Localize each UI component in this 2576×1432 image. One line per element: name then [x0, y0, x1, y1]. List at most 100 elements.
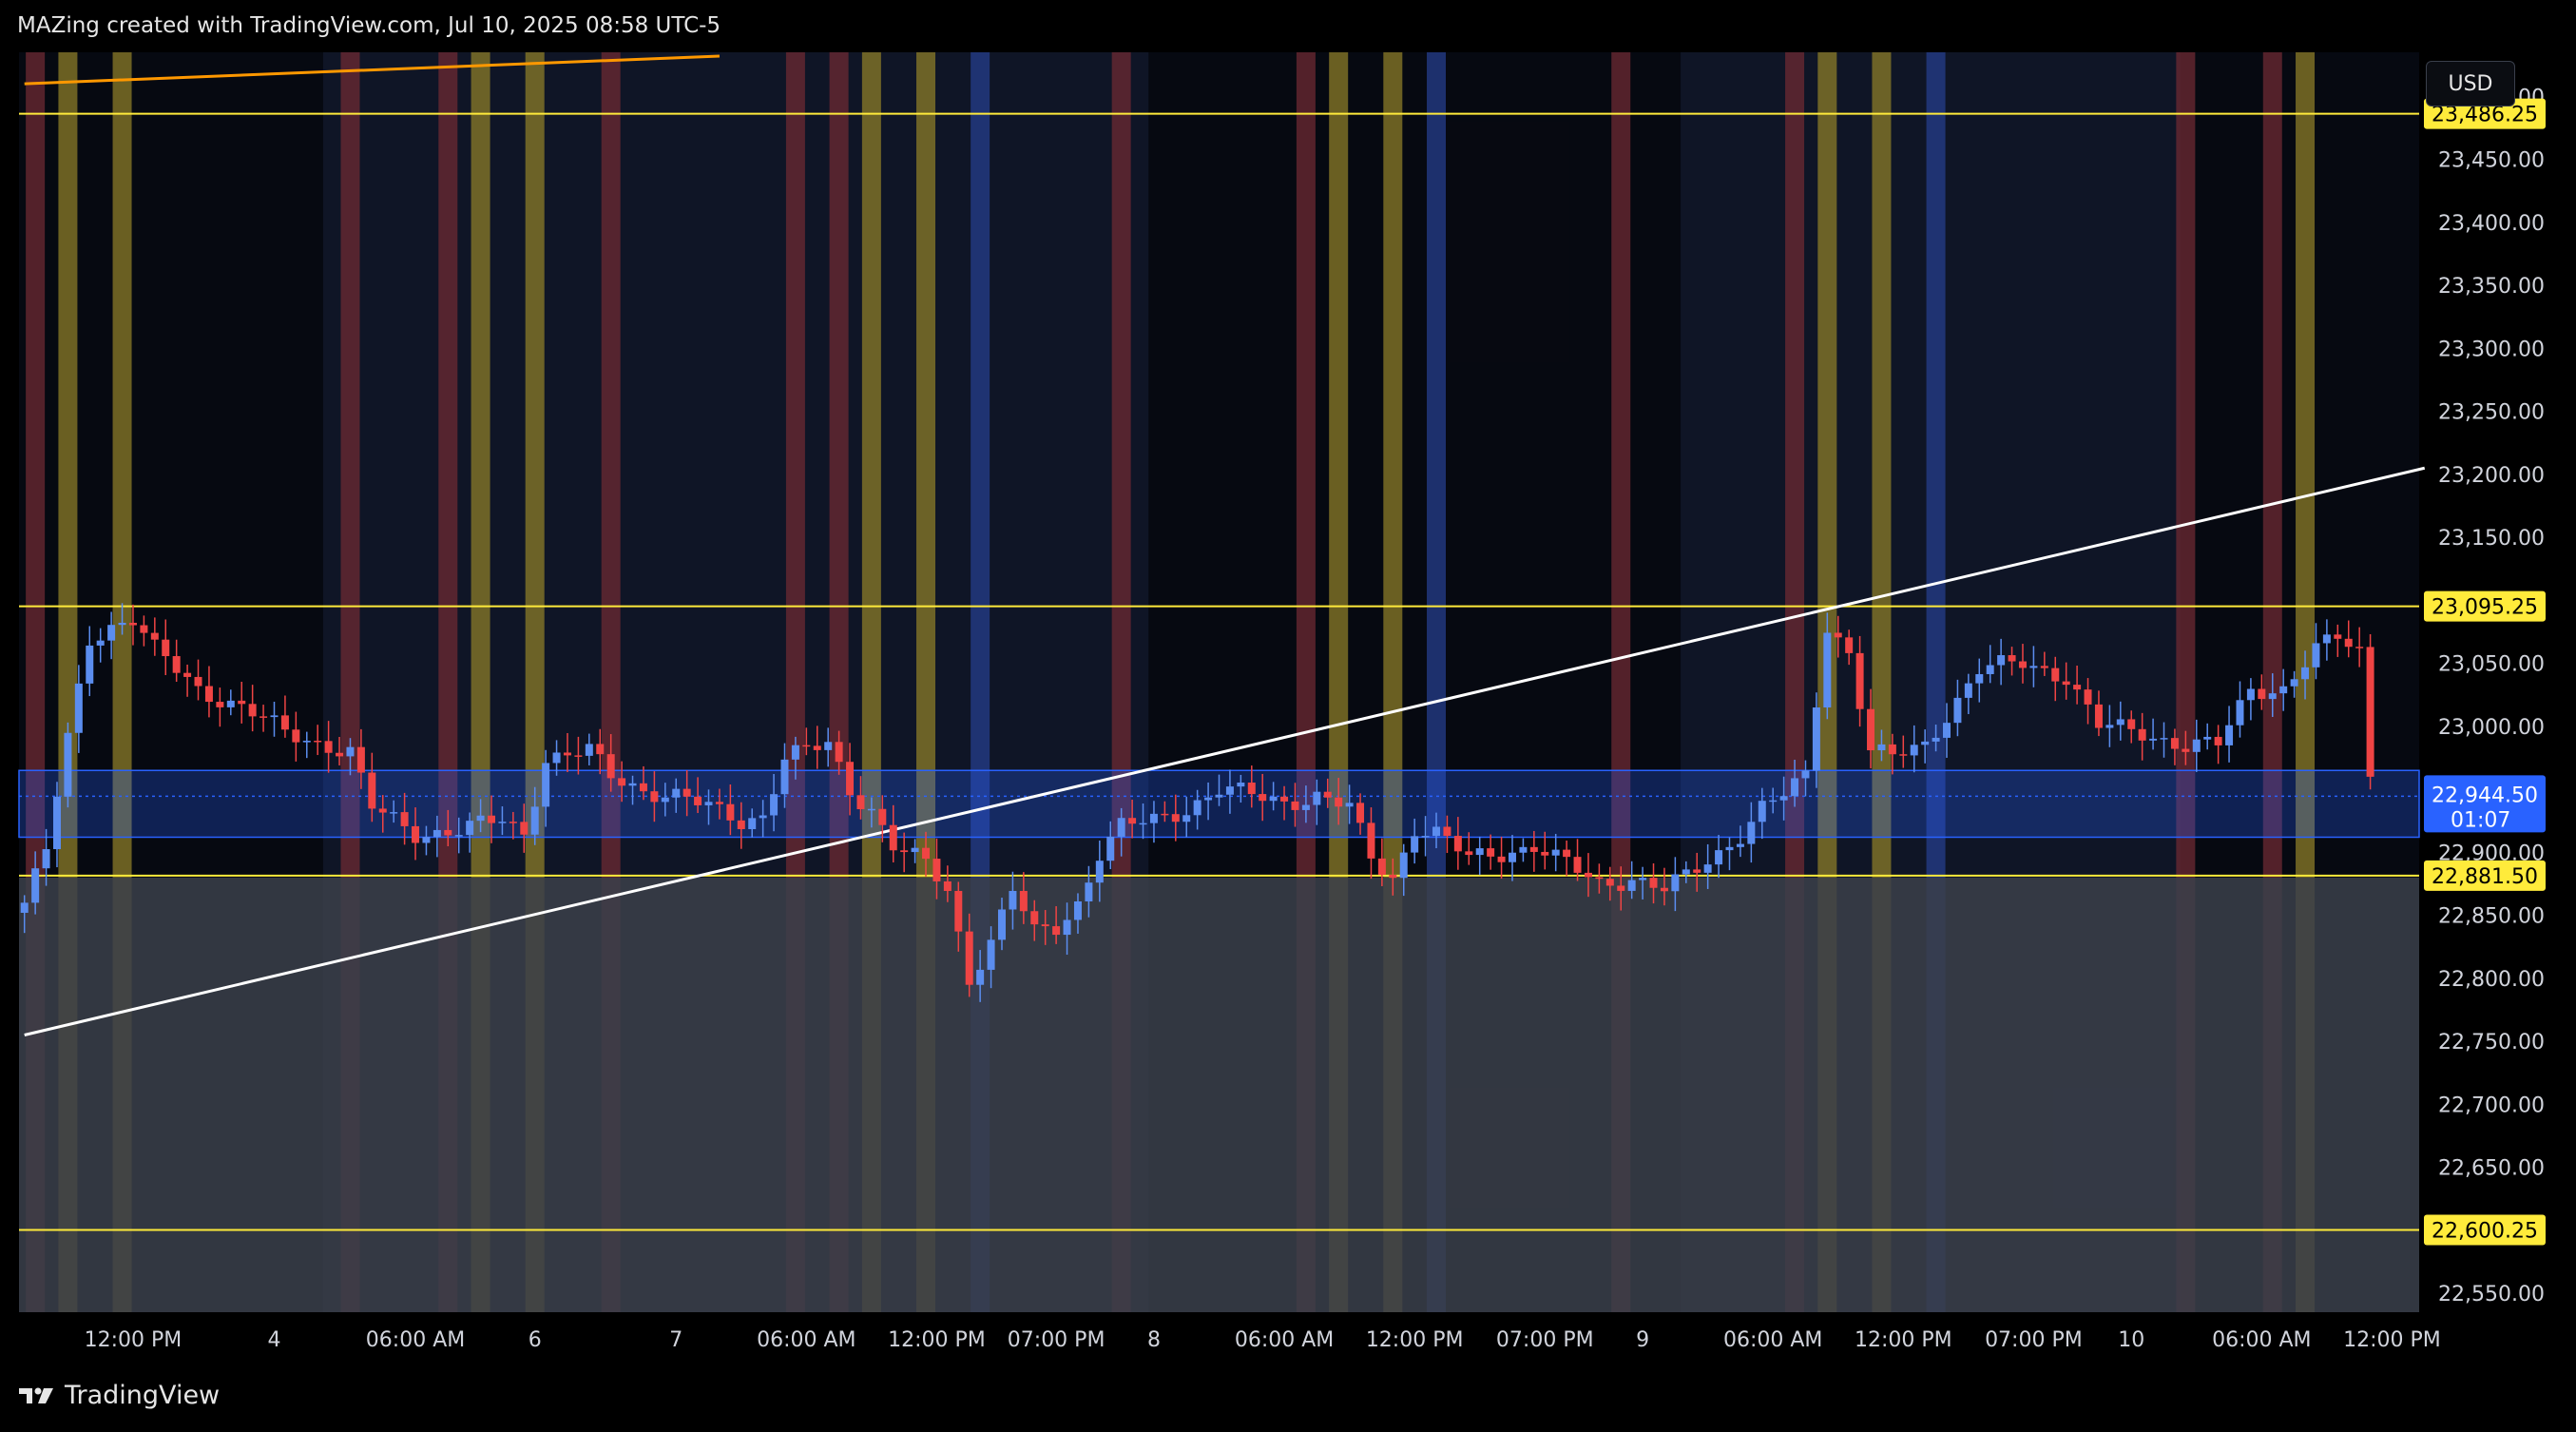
candle-body-83 — [922, 847, 931, 860]
x-tick-label-2: 06:00 AM — [366, 1328, 465, 1352]
candle-body-90 — [997, 909, 1006, 940]
currency-selector-button[interactable]: USD — [2426, 61, 2515, 106]
candle-body-146 — [1605, 879, 1614, 886]
chart-canvas[interactable]: 12:00 PM 4 06:00 AM 6 7 06:00 AM 12:00 PM 07:00… — [0, 0, 2576, 1432]
candle-body-40 — [454, 835, 463, 837]
y-tick-label-15: 22,750.00 — [2438, 1031, 2545, 1055]
candle-body-185 — [2029, 666, 2038, 668]
candle-body-18 — [216, 702, 224, 707]
candle-body-165 — [1812, 707, 1820, 771]
candle-body-150 — [1649, 878, 1658, 888]
candle-body-65 — [726, 803, 735, 821]
y-tick-label-9: 23,050.00 — [2438, 653, 2545, 677]
candle-body-104 — [1149, 813, 1158, 823]
candle-body-112 — [1237, 783, 1245, 787]
candle-body-145 — [1595, 877, 1604, 880]
candle-body-62 — [694, 796, 702, 805]
candle-body-78 — [867, 808, 875, 811]
candle-body-157 — [1725, 846, 1734, 851]
candle-body-72 — [802, 745, 811, 747]
candle-body-178 — [1953, 697, 1962, 724]
candle-body-195 — [2138, 728, 2146, 741]
candle-body-173 — [1899, 754, 1908, 756]
x-tick-label-3: 6 — [529, 1328, 542, 1352]
y-axis: 23,500.0023,450.0023,400.0023,350.0023,3… — [2438, 86, 2545, 1306]
x-tick-label-13: 06:00 AM — [1723, 1328, 1822, 1352]
candle-body-164 — [1801, 770, 1810, 779]
candle-body-17 — [204, 686, 213, 703]
level-tag-text-3: 22,600.25 — [2432, 1220, 2538, 1244]
candle-body-162 — [1779, 796, 1788, 801]
candle-body-200 — [2192, 739, 2201, 752]
candle-body-161 — [1769, 800, 1778, 803]
candle-body-46 — [520, 822, 529, 835]
candle-body-147 — [1617, 885, 1625, 891]
candle-body-97 — [1073, 900, 1082, 920]
candle-body-25 — [292, 729, 300, 743]
candle-body-181 — [1986, 665, 1994, 674]
candle-body-41 — [466, 821, 474, 836]
candle-body-133 — [1465, 851, 1473, 856]
candle-body-193 — [2116, 719, 2124, 726]
candle-body-215 — [2355, 647, 2364, 648]
candle-body-39 — [444, 829, 452, 836]
y-tick-label-6: 23,200.00 — [2438, 464, 2545, 488]
candle-body-143 — [1573, 857, 1582, 873]
candle-body-129 — [1421, 836, 1430, 838]
candle-body-186 — [2040, 666, 2048, 668]
candle-body-158 — [1736, 843, 1744, 847]
y-tick-label-16: 22,700.00 — [2438, 1093, 2545, 1117]
lower-zone — [19, 877, 2419, 1312]
candle-body-47 — [530, 806, 539, 835]
candle-body-124 — [1367, 822, 1375, 859]
level-price-tag-3: 22,600.25 — [2424, 1214, 2546, 1246]
candle-body-213 — [2334, 634, 2342, 639]
candle-body-207 — [2268, 693, 2277, 700]
candle-body-194 — [2127, 719, 2136, 729]
candle-body-106 — [1171, 814, 1180, 822]
candle-body-95 — [1052, 926, 1061, 936]
candle-body-115 — [1269, 796, 1278, 802]
candle-body-154 — [1693, 869, 1701, 873]
candle-body-69 — [770, 794, 779, 816]
candle-body-94 — [1041, 924, 1049, 927]
candle-body-114 — [1259, 794, 1267, 802]
y-tick-label-17: 22,650.00 — [2438, 1157, 2545, 1181]
x-tick-label-17: 06:00 AM — [2212, 1328, 2311, 1352]
currency-label: USD — [2448, 71, 2493, 96]
candle-body-8 — [107, 625, 116, 641]
candle-body-110 — [1215, 794, 1223, 798]
candle-body-1 — [31, 868, 40, 903]
tradingview-logo-icon — [19, 1387, 53, 1403]
candle-body-184 — [2018, 661, 2027, 668]
candle-body-43 — [488, 815, 496, 823]
candle-body-52 — [585, 744, 593, 756]
candle-body-153 — [1682, 869, 1690, 875]
candle-body-3 — [52, 796, 61, 850]
candle-body-211 — [2312, 643, 2320, 668]
candle-body-22 — [260, 716, 268, 718]
candle-body-19 — [226, 700, 235, 707]
candle-body-42 — [476, 815, 485, 822]
candle-body-168 — [1845, 637, 1854, 653]
candle-body-177 — [1942, 723, 1951, 738]
candle-body-56 — [628, 783, 637, 786]
candle-body-28 — [324, 741, 333, 753]
candle-body-63 — [704, 802, 713, 805]
candle-body-0 — [20, 902, 29, 913]
current-price-value: 22,944.50 — [2432, 784, 2538, 807]
candle-body-74 — [824, 742, 833, 750]
level-price-tag-1: 23,095.25 — [2424, 590, 2546, 622]
candle-body-175 — [1921, 741, 1930, 745]
candle-body-20 — [238, 700, 246, 705]
current-price-tag: 22,944.5001:07 — [2424, 775, 2546, 833]
candle-body-21 — [248, 704, 257, 717]
candle-body-60 — [672, 788, 681, 798]
candle-body-189 — [2073, 685, 2082, 690]
y-tick-label-10: 23,000.00 — [2438, 716, 2545, 740]
candle-body-141 — [1551, 849, 1560, 856]
candle-body-55 — [618, 778, 626, 786]
tradingview-logo[interactable]: TradingView — [17, 1381, 220, 1410]
candle-body-32 — [368, 772, 376, 809]
candle-body-48 — [542, 763, 550, 807]
